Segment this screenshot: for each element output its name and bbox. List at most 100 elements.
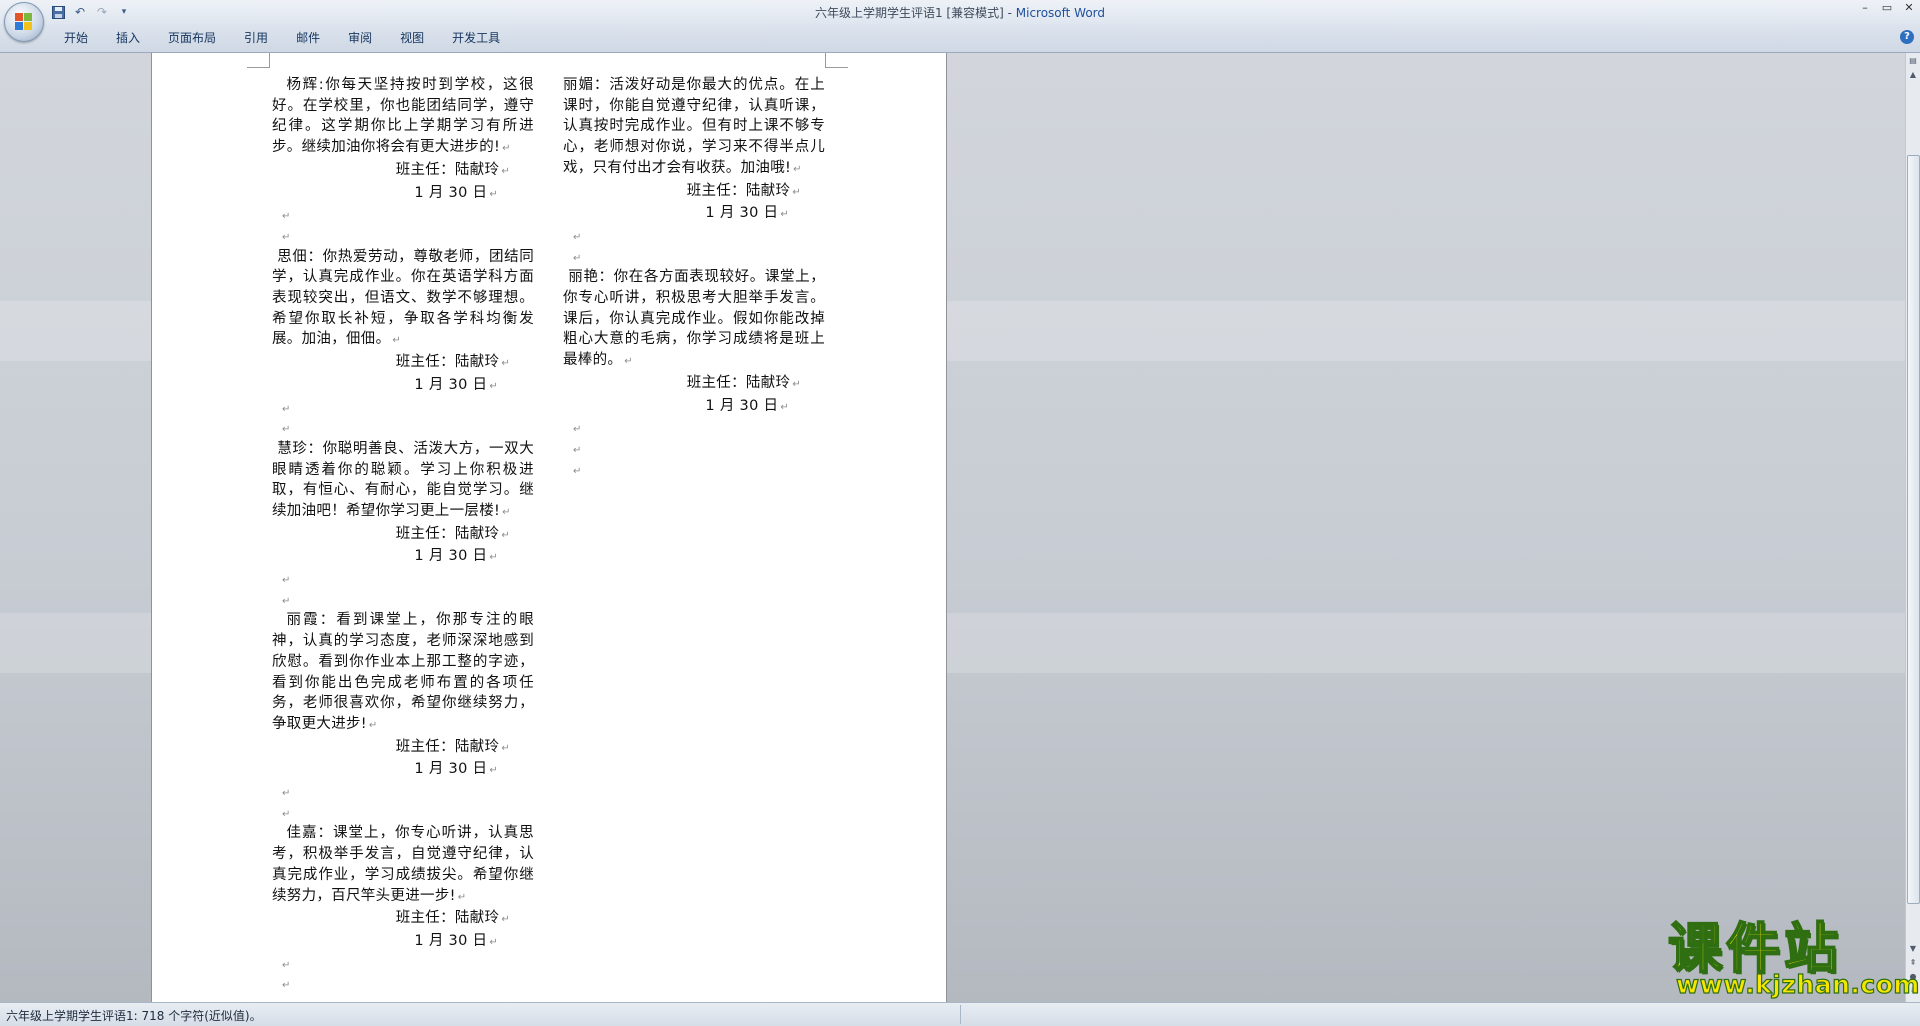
paragraph-mark: ↵ — [489, 380, 498, 392]
redo-icon[interactable]: ↷ — [94, 4, 110, 20]
empty-paragraph[interactable]: ↵ — [272, 954, 534, 975]
signature-text: 班主任：陆献玲 — [686, 374, 791, 391]
comment-paragraph[interactable]: 慧珍：你聪明善良、活泼大方，一双大眼睛透着你的聪颖。学习上你积极进取，有恒心、有… — [272, 439, 534, 524]
comment-paragraph[interactable]: 思佃：你热爱劳动，尊敬老师，团结同学，认真完成作业。你在英语学科方面表现较突出，… — [272, 247, 534, 353]
status-bar: 六年级上学期学生评语1: 718 个字符(近似值)。 — [0, 1002, 1920, 1026]
close-icon[interactable]: ✕ — [1902, 2, 1916, 14]
comment-paragraph[interactable]: 丽霞：看到课堂上，你那专注的眼神，认真的学习态度，老师深深地感到欣慰。看到你作业… — [272, 610, 534, 736]
save-icon[interactable] — [50, 4, 66, 20]
comment-paragraph[interactable]: 丽媚：活泼好动是你最大的优点。在上课时，你能自觉遵守纪律，认真听课，认真按时完成… — [563, 75, 825, 181]
customize-qat-icon[interactable]: ▾ — [116, 4, 132, 20]
date-text: 1 月 30 日 — [414, 376, 488, 393]
scroll-down-icon[interactable]: ▼ — [1907, 943, 1919, 955]
comment-paragraph[interactable]: 丽艳：你在各方面表现较好。课堂上，你专心听讲，积极思考大胆举手发言。课后，你认真… — [563, 267, 825, 373]
paragraph-mark: ↵ — [282, 403, 291, 415]
empty-paragraph[interactable]: ↵ — [272, 590, 534, 611]
paragraph-mark: ↵ — [501, 914, 510, 926]
tab-mailings[interactable]: 邮件 — [282, 30, 334, 46]
empty-paragraph[interactable]: ↵ — [272, 226, 534, 247]
right-column[interactable]: 丽媚：活泼好动是你最大的优点。在上课时，你能自觉遵守纪律，认真听课，认真按时完成… — [563, 75, 825, 480]
paragraph-mark: ↵ — [793, 163, 802, 175]
comment-paragraph[interactable]: 佳嘉：课堂上，你专心听讲，认真思考，积极举手发言，自觉遵守纪律，认真完成作业，学… — [272, 823, 534, 908]
comment-date[interactable]: 1 月 30 日 ↵ — [272, 931, 534, 954]
tab-home[interactable]: 开始 — [50, 30, 102, 46]
tab-review[interactable]: 审阅 — [334, 30, 386, 46]
scroll-up-icon[interactable]: ▲ — [1907, 69, 1919, 81]
empty-paragraph[interactable]: ↵ — [272, 803, 534, 824]
status-word-count[interactable]: 六年级上学期学生评语1: 718 个字符(近似值)。 — [6, 1007, 262, 1024]
comment-date[interactable]: 1 月 30 日 ↵ — [563, 396, 825, 419]
prev-page-icon[interactable]: ⇞ — [1907, 957, 1919, 969]
tab-page-layout[interactable]: 页面布局 — [154, 30, 230, 46]
document-workspace[interactable]: 杨辉:你每天坚持按时到学校，这很好。在学校里，你也能团结同学，遵守纪律。这学期你… — [0, 53, 1906, 1002]
left-column[interactable]: 杨辉:你每天坚持按时到学校，这很好。在学校里，你也能团结同学，遵守纪律。这学期你… — [272, 75, 534, 1002]
empty-paragraph[interactable]: ↵ — [563, 247, 825, 268]
window-title: 六年级上学期学生评语1 [兼容模式] - Microsoft Word — [0, 4, 1920, 21]
empty-paragraph[interactable]: ↵ — [272, 974, 534, 995]
date-text: 1 月 30 日 — [414, 548, 488, 565]
margin-crop-mark — [825, 53, 848, 68]
maximize-icon[interactable]: ▭ — [1880, 2, 1894, 14]
scrollbar-thumb[interactable] — [1907, 155, 1920, 904]
comment-paragraph[interactable]: 杨辉:你每天坚持按时到学校，这很好。在学校里，你也能团结同学，遵守纪律。这学期你… — [272, 75, 534, 160]
paragraph-mark: ↵ — [624, 356, 633, 368]
empty-paragraph[interactable]: ↵ — [272, 995, 534, 1002]
paragraph-mark: ↵ — [501, 742, 510, 754]
empty-paragraph[interactable]: ↵ — [272, 205, 534, 226]
office-button[interactable] — [4, 2, 44, 42]
ribbon-tabs: 开始 插入 页面布局 引用 邮件 审阅 视图 开发工具 — [50, 30, 514, 46]
quick-access-toolbar: ↶ ↷ ▾ — [50, 3, 132, 21]
comment-text: 丽霞：看到课堂上，你那专注的眼神，认真的学习态度，老师深深地感到欣慰。看到你作业… — [272, 612, 534, 732]
paragraph-mark: ↵ — [282, 595, 291, 607]
empty-paragraph[interactable]: ↵ — [272, 418, 534, 439]
watermark-logo: 课件站 www.kjzhan.com — [1667, 919, 1920, 1002]
paragraph-mark: ↵ — [573, 231, 582, 243]
paragraph-mark: ↵ — [780, 209, 789, 221]
tab-references[interactable]: 引用 — [230, 30, 282, 46]
undo-icon[interactable]: ↶ — [72, 4, 88, 20]
paragraph-mark: ↵ — [457, 891, 467, 903]
empty-paragraph[interactable]: ↵ — [563, 418, 825, 439]
document-title: 六年级上学期学生评语1 [兼容模式] - — [814, 6, 1016, 20]
empty-paragraph[interactable]: ↵ — [272, 398, 534, 419]
teacher-signature[interactable]: 班主任：陆献玲 ↵ — [272, 908, 534, 931]
teacher-signature[interactable]: 班主任：陆献玲 ↵ — [272, 160, 534, 183]
paragraph-mark: ↵ — [489, 937, 498, 948]
paragraph-mark: ↵ — [501, 358, 510, 370]
tab-developer[interactable]: 开发工具 — [438, 30, 514, 46]
teacher-signature[interactable]: 班主任：陆献玲 ↵ — [272, 737, 534, 760]
paragraph-mark: ↵ — [282, 424, 291, 436]
paragraph-mark: ↵ — [573, 465, 582, 477]
paragraph-mark: ↵ — [282, 575, 291, 587]
comment-date[interactable]: 1 月 30 日 ↵ — [272, 546, 534, 569]
comment-date[interactable]: 1 月 30 日 ↵ — [272, 759, 534, 782]
empty-paragraph[interactable]: ↵ — [272, 569, 534, 590]
ruler-toggle-icon[interactable]: ▤ — [1907, 55, 1919, 67]
comment-date[interactable]: 1 月 30 日 ↵ — [272, 183, 534, 206]
comment-text: 佳嘉：课堂上，你专心听讲，认真思考，积极举手发言，自觉遵守纪律，认真完成作业，学… — [272, 825, 534, 904]
teacher-signature[interactable]: 班主任：陆献玲 ↵ — [272, 352, 534, 375]
minimize-icon[interactable]: – — [1858, 2, 1872, 14]
comment-date[interactable]: 1 月 30 日 ↵ — [563, 203, 825, 226]
date-text: 1 月 30 日 — [705, 205, 779, 222]
empty-paragraph[interactable]: ↵ — [272, 782, 534, 803]
comment-date[interactable]: 1 月 30 日 ↵ — [272, 375, 534, 398]
margin-crop-mark — [247, 53, 270, 68]
paragraph-mark: ↵ — [282, 808, 291, 820]
paragraph-mark: ↵ — [501, 165, 510, 177]
teacher-signature[interactable]: 班主任：陆献玲 ↵ — [272, 524, 534, 547]
empty-paragraph[interactable]: ↵ — [563, 460, 825, 481]
window-controls: – ▭ ✕ — [1858, 2, 1916, 14]
empty-paragraph[interactable]: ↵ — [563, 439, 825, 460]
date-text: 1 月 30 日 — [705, 397, 779, 414]
help-icon[interactable]: ? — [1900, 30, 1914, 44]
paragraph-mark: ↵ — [502, 507, 511, 518]
tab-view[interactable]: 视图 — [386, 30, 438, 46]
tab-insert[interactable]: 插入 — [102, 30, 154, 46]
teacher-signature[interactable]: 班主任：陆献玲 ↵ — [563, 181, 825, 204]
paragraph-mark: ↵ — [792, 378, 801, 390]
vertical-scrollbar[interactable]: ▤ ▲ ▼ ⇞ ● ⇟ — [1905, 53, 1920, 1002]
empty-paragraph[interactable]: ↵ — [563, 226, 825, 247]
teacher-signature[interactable]: 班主任：陆献玲 ↵ — [563, 373, 825, 396]
document-page[interactable]: 杨辉:你每天坚持按时到学校，这很好。在学校里，你也能团结同学，遵守纪律。这学期你… — [151, 53, 947, 1002]
